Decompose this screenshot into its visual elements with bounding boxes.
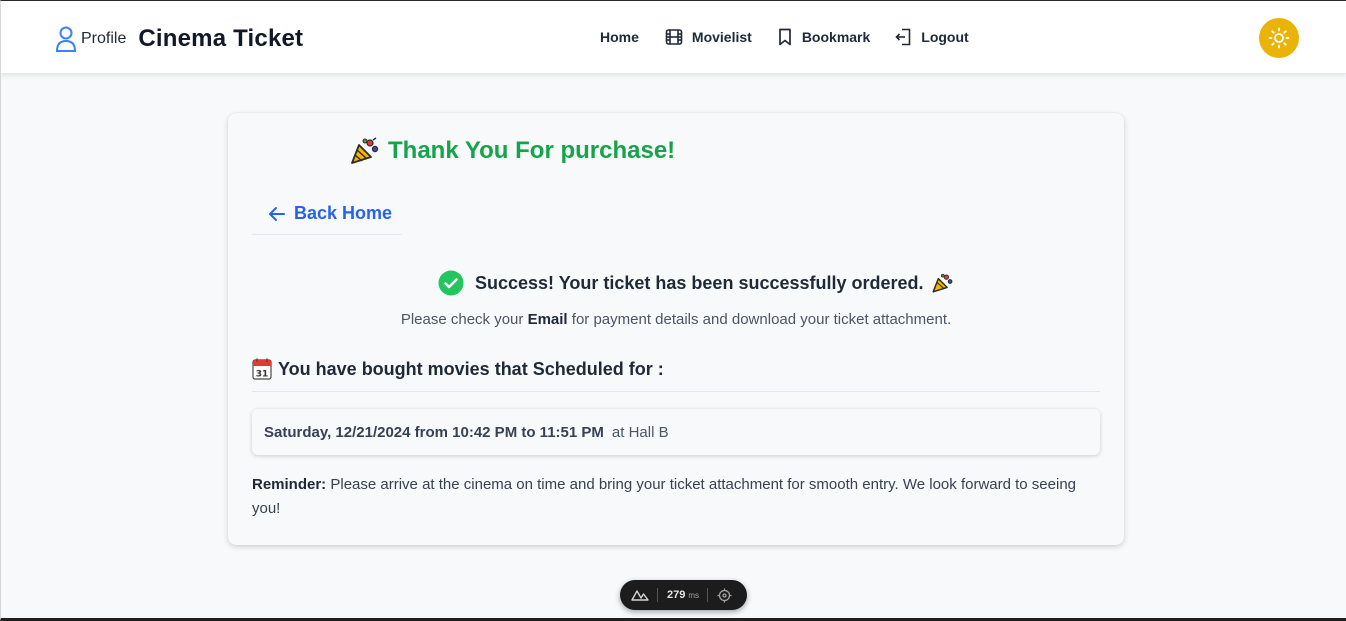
render-time-value: 279 (667, 589, 686, 601)
svg-text:31: 31 (256, 370, 269, 380)
email-instruction-suffix: for payment details and download your ti… (571, 311, 952, 328)
reminder-label: Reminder: (252, 476, 327, 493)
check-circle-icon (438, 270, 464, 296)
schedule-heading: 31 You have bought movies that Scheduled… (252, 358, 664, 380)
nav-bookmark-label: Bookmark (801, 29, 871, 45)
badge-separator (707, 588, 709, 602)
email-instruction: Please check your Email for payment deta… (228, 311, 1124, 328)
success-message: Success! Your ticket has been successful… (438, 270, 953, 296)
profile-link[interactable]: Profile (81, 30, 126, 48)
nav-home[interactable]: Home (600, 29, 639, 45)
render-time-unit: ms (688, 590, 700, 600)
schedule-time: Saturday, 12/21/2024 from 10:42 PM to 11… (264, 423, 604, 441)
calendar-icon: 31 (252, 358, 272, 380)
main-nav: Home Movielist Bookmark Logout (600, 28, 969, 46)
nav-logout-label: Logout (921, 29, 969, 45)
thank-you-heading: Thank You For purchase! (349, 137, 675, 165)
reminder-note: Reminder: Please arrive at the cinema on… (252, 473, 1100, 521)
email-instruction-prefix: Please check your (400, 311, 524, 328)
user-icon[interactable] (55, 26, 77, 52)
brand: Profile Cinema Ticket (55, 25, 303, 53)
schedule-hall: at Hall B (611, 423, 669, 441)
nuxt-logo-icon (631, 590, 649, 601)
schedule-item: Saturday, 12/21/2024 from 10:42 PM to 11… (252, 409, 1100, 455)
divider (252, 391, 1100, 392)
film-icon (665, 29, 683, 45)
bookmark-icon (778, 28, 791, 46)
nav-home-label: Home (600, 29, 639, 45)
party-popper-icon (931, 273, 952, 293)
purchase-confirmation-card: Thank You For purchase! Back Home Succes… (228, 113, 1124, 545)
back-home-button[interactable]: Back Home (252, 193, 402, 235)
email-keyword: Email (527, 311, 568, 328)
logout-icon (895, 28, 911, 46)
devtools-badge[interactable]: 279 ms (620, 580, 747, 610)
nav-logout[interactable]: Logout (895, 28, 969, 46)
navbar: Profile Cinema Ticket Home Movielist Boo… (1, 1, 1346, 74)
browser-viewport: Profile Cinema Ticket Home Movielist Boo… (0, 0, 1346, 621)
nav-bookmark[interactable]: Bookmark (777, 28, 870, 46)
nav-movielist-label: Movielist (691, 29, 752, 45)
crosshair-icon[interactable] (717, 588, 732, 603)
theme-toggle-button[interactable] (1259, 18, 1299, 58)
nav-movielist[interactable]: Movielist (665, 28, 752, 46)
arrow-left-icon (269, 206, 285, 221)
success-text: Success! Your ticket has been successful… (475, 272, 924, 293)
thank-you-text: Thank You For purchase! (388, 137, 676, 164)
party-popper-icon (351, 137, 379, 164)
reminder-text: Please arrive at the cinema on time and … (252, 476, 1077, 517)
badge-separator (657, 588, 658, 602)
site-title[interactable]: Cinema Ticket (138, 25, 303, 53)
back-home-label: Back Home (294, 203, 393, 223)
sun-icon (1268, 27, 1290, 49)
schedule-heading-text: You have bought movies that Scheduled fo… (278, 358, 664, 379)
